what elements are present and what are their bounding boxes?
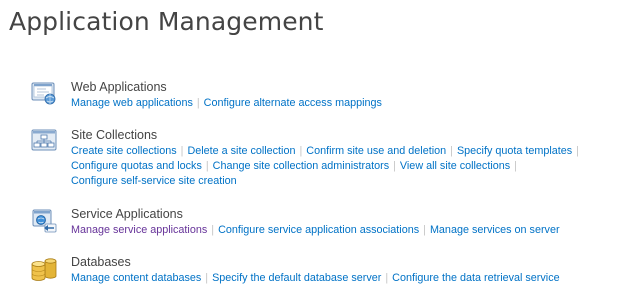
service-applications-links: Manage service applications | Configure se… [71, 223, 560, 237]
section-heading-web-applications[interactable]: Web Applications [71, 80, 167, 94]
site-collections-links-row-1: Create site collections | Delete a site co… [71, 144, 583, 158]
web-applications-icon [30, 80, 58, 108]
change-site-collection-administrators-link[interactable]: Change site collection administrators [213, 160, 389, 172]
link-separator: | [393, 160, 396, 172]
configure-data-retrieval-service-link[interactable]: Configure the data retrieval service [392, 272, 559, 284]
create-site-collections-link[interactable]: Create site collections [71, 145, 177, 157]
link-separator: | [180, 145, 184, 157]
configure-alternate-access-mappings-link[interactable]: Configure alternate access mappings [204, 97, 382, 109]
site-collections-links-row-3: Configure self-service site creation [71, 174, 237, 188]
site-collections-links-row-2: Configure quotas and locks | Change site c… [71, 159, 521, 173]
link-separator: | [514, 160, 517, 172]
section-heading-site-collections[interactable]: Site Collections [71, 128, 157, 142]
link-separator: | [196, 97, 200, 109]
manage-services-on-server-link[interactable]: Manage services on server [430, 224, 560, 236]
databases-icon [30, 255, 58, 283]
configure-quotas-and-locks-link[interactable]: Configure quotas and locks [71, 160, 202, 172]
service-applications-icon [30, 207, 58, 235]
link-separator: | [211, 224, 215, 236]
link-separator: | [423, 224, 426, 236]
section-heading-service-applications[interactable]: Service Applications [71, 207, 183, 221]
specify-quota-templates-link[interactable]: Specify quota templates [457, 145, 572, 157]
configure-self-service-site-creation-link[interactable]: Configure self-service site creation [71, 175, 237, 187]
link-separator: | [299, 145, 303, 157]
web-applications-links: Manage web applications | Configure altern… [71, 96, 382, 110]
link-separator: | [450, 145, 453, 157]
view-all-site-collections-link[interactable]: View all site collections [400, 160, 510, 172]
configure-service-application-associations-link[interactable]: Configure service application associatio… [218, 224, 419, 236]
manage-content-databases-link[interactable]: Manage content databases [71, 272, 201, 284]
specify-default-database-server-link[interactable]: Specify the default database server [212, 272, 381, 284]
page-title: Application Management [9, 7, 324, 36]
delete-a-site-collection-link[interactable]: Delete a site collection [187, 145, 295, 157]
databases-links: Manage content databases | Specify the def… [71, 271, 560, 285]
site-collections-icon [30, 128, 58, 156]
link-separator: | [205, 272, 209, 284]
confirm-site-use-and-deletion-link[interactable]: Confirm site use and deletion [306, 145, 446, 157]
manage-service-applications-link[interactable]: Manage service applications [71, 224, 207, 236]
manage-web-applications-link[interactable]: Manage web applications [71, 97, 193, 109]
link-separator: | [576, 145, 579, 157]
link-separator: | [205, 160, 209, 172]
link-separator: | [385, 272, 389, 284]
section-heading-databases[interactable]: Databases [71, 255, 131, 269]
